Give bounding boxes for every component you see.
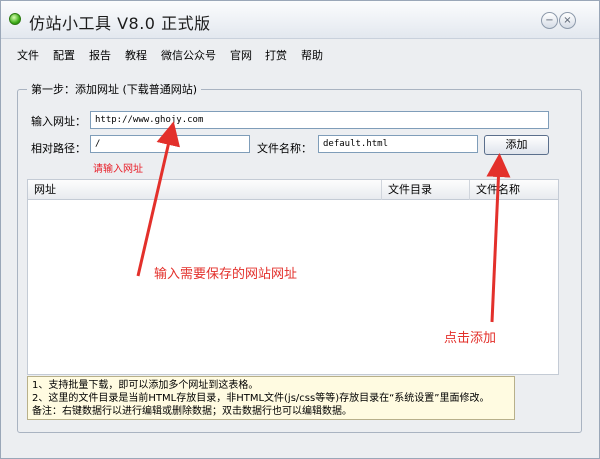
minimize-button[interactable]: −	[541, 12, 558, 29]
filename-input[interactable]: default.html	[318, 135, 478, 153]
close-button[interactable]: ×	[559, 12, 576, 29]
menu-tutorial[interactable]: 教程	[125, 47, 147, 63]
note-line: 备注：右键数据行以进行编辑或删除数据；双击数据行也可以编辑数据。	[32, 406, 352, 417]
url-required-hint: 请输入网址	[93, 164, 143, 175]
annotation-input-url: 输入需要保存的网站网址	[154, 267, 298, 282]
menu-donate[interactable]: 打赏	[265, 47, 287, 63]
filename-label: 文件名称：	[257, 142, 312, 155]
url-input[interactable]: http://www.ghojy.com	[90, 111, 549, 129]
menu-report[interactable]: 报告	[89, 47, 111, 63]
note-line: 1、支持批量下载，即可以添加多个网址到这表格。	[32, 380, 259, 391]
column-filename[interactable]: 文件名称	[470, 180, 558, 200]
column-directory[interactable]: 文件目录	[382, 180, 470, 200]
menu-website[interactable]: 官网	[230, 47, 252, 63]
menu-help[interactable]: 帮助	[301, 47, 323, 63]
path-input[interactable]: /	[90, 135, 250, 153]
url-label: 输入网址：	[31, 115, 86, 128]
title-bar: 仿站小工具 V8.0 正式版 − ×	[1, 1, 599, 39]
notes-panel: 1、支持批量下载，即可以添加多个网址到这表格。 2、这里的文件目录是当前HTML…	[27, 376, 515, 420]
menu-bar: 文件 配置 报告 教程 微信公众号 官网 打赏 帮助	[1, 40, 599, 66]
path-label: 相对路径：	[31, 142, 86, 155]
step1-legend: 第一步：添加网址 (下载普通网站)	[27, 81, 202, 97]
column-url[interactable]: 网址	[28, 180, 382, 200]
table-header: 网址 文件目录 文件名称	[28, 180, 558, 200]
app-window: 仿站小工具 V8.0 正式版 − × 文件 配置 报告 教程 微信公众号 官网 …	[0, 0, 600, 459]
note-line: 2、这里的文件目录是当前HTML存放目录，非HTML文件(js/css等等)存放…	[32, 393, 490, 404]
menu-wechat[interactable]: 微信公众号	[161, 47, 216, 63]
add-button[interactable]: 添加	[484, 135, 549, 155]
menu-config[interactable]: 配置	[53, 47, 75, 63]
window-title: 仿站小工具 V8.0 正式版	[29, 14, 211, 33]
annotation-click-add: 点击添加	[444, 331, 497, 346]
menu-file[interactable]: 文件	[17, 47, 39, 63]
app-logo-icon	[9, 13, 21, 25]
